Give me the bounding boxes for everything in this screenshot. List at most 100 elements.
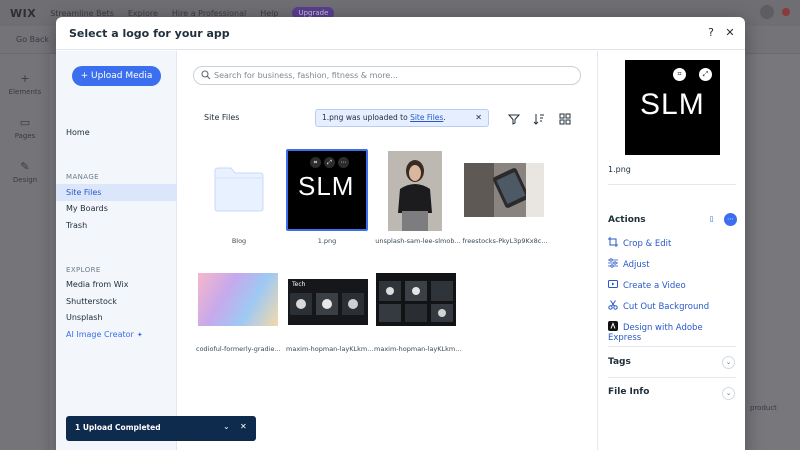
action-label: Adjust [623, 260, 650, 270]
file-tile-1png[interactable]: SLM ⌗ ⤢ ⋯ 1.png [286, 149, 370, 246]
plus-icon: + [20, 72, 30, 85]
crop-icon [608, 237, 618, 247]
file-tile-tablet[interactable]: freestocks-PkyL3p9Kx8c... [462, 151, 552, 246]
editor-go-back: Go Back [16, 35, 50, 44]
thumb-screens-1: Tech [288, 279, 368, 325]
editor-topbar-right [760, 5, 790, 19]
upload-status-text: 1 Upload Completed [75, 423, 161, 432]
upload-toast: 1.png was uploaded to Site Files. ✕ [315, 109, 489, 127]
nav-item-trash[interactable]: Trash [56, 217, 177, 234]
search-input[interactable]: Search for business, fashion, fitness & … [193, 66, 581, 85]
preview-crop-icon[interactable]: ⌗ [673, 68, 686, 81]
bookmark-icon[interactable]: ▯ [705, 213, 718, 226]
modal-title: Select a logo for your app [69, 27, 230, 40]
media-manager-modal: Select a logo for your app ? ✕ + Upload … [56, 17, 745, 450]
nav-item-shutterstock[interactable]: Shutterstock [56, 293, 177, 310]
editor-sidebar: + Elements ▭ Pages ✎ Design [0, 54, 50, 450]
folder-icon [214, 167, 264, 212]
divider [608, 377, 736, 378]
sliders-icon [608, 258, 618, 268]
toast-prefix: 1.png was uploaded to [322, 113, 411, 122]
editor-side-pages-label: Pages [14, 132, 36, 140]
action-label: Design with Adobe Express [608, 323, 703, 343]
editor-side-elements: + Elements [0, 72, 50, 96]
sparkle-icon: ✦ [136, 331, 143, 339]
grid-view-icon[interactable] [559, 113, 571, 125]
selected-filename: 1.png [608, 165, 631, 174]
nav-item-home[interactable]: Home [56, 124, 177, 141]
file-label: maxim-hopman-layKLkm... [286, 345, 374, 353]
toast-suffix: . [443, 113, 446, 122]
selection-border [286, 149, 368, 231]
file-info-chevron-down-icon[interactable]: ⌄ [722, 387, 735, 400]
divider [608, 184, 736, 185]
wix-logo: WIX [10, 6, 37, 20]
nav-section-explore: EXPLORE [66, 266, 101, 274]
file-tile-person[interactable]: unsplash-sam-lee-slmob... [374, 151, 462, 246]
file-label: Blog [231, 237, 247, 245]
filter-icon[interactable] [508, 113, 520, 125]
modal-header: Select a logo for your app ? ✕ [56, 17, 745, 50]
editor-frag-product: product [750, 404, 777, 412]
search-placeholder: Search for business, fashion, fitness & … [214, 71, 398, 80]
scissors-icon [608, 300, 618, 310]
actions-heading: Actions [608, 215, 646, 225]
close-icon[interactable]: ✕ [722, 25, 738, 41]
breadcrumb: Site Files [204, 113, 240, 122]
brush-icon: ✎ [20, 160, 30, 173]
file-label: 1.png [317, 237, 337, 245]
file-label: codioful-formerly-gradie... [196, 345, 281, 353]
file-tile-gradient[interactable]: codioful-formerly-gradie... [196, 273, 281, 363]
upload-status-bar: 1 Upload Completed ⌄ ✕ [66, 416, 256, 441]
media-left-nav: + Upload Media Home MANAGE Site Files My… [56, 51, 177, 450]
file-label: unsplash-sam-lee-slmob... [375, 237, 461, 245]
nav-item-ai-image-creator[interactable]: AI Image Creator ✦ [56, 326, 177, 343]
tablet-photo [464, 163, 544, 217]
file-info-heading: File Info [608, 387, 650, 397]
toast-site-files-link[interactable]: Site Files [410, 113, 443, 122]
preview-logo-text: SLM [640, 88, 705, 121]
more-actions-icon[interactable]: ⋯ [724, 213, 737, 226]
nav-item-my-boards[interactable]: My Boards [56, 200, 177, 217]
action-adobe-express[interactable]: Design with Adobe Express [608, 321, 736, 343]
action-create-video[interactable]: Create a Video [608, 279, 736, 293]
thumb-person [388, 151, 442, 231]
toast-close-icon[interactable]: ✕ [475, 110, 482, 126]
editor-avatar-icon [760, 5, 774, 19]
preview-expand-icon[interactable]: ⤢ [699, 68, 712, 81]
action-label: Cut Out Background [623, 302, 710, 312]
nav-item-media-from-wix[interactable]: Media from Wix [56, 276, 177, 293]
upload-media-button[interactable]: + Upload Media [72, 66, 161, 86]
nav-item-unsplash[interactable]: Unsplash [56, 309, 177, 326]
action-cut-out-background[interactable]: Cut Out Background [608, 300, 736, 314]
nav-item-site-files[interactable]: Site Files [56, 184, 177, 201]
search-icon [201, 70, 211, 80]
tags-heading: Tags [608, 357, 631, 367]
help-icon[interactable]: ? [703, 25, 719, 41]
page-icon: ▭ [19, 116, 31, 129]
file-tile-screens-1[interactable]: Tech maxim-hopman-layKLkm... [286, 273, 374, 363]
action-label: Crop & Edit [623, 239, 672, 249]
thumb-tablet [464, 163, 544, 217]
file-tile-folder-blog[interactable]: Blog [200, 151, 278, 246]
preview-image: SLM ⌗ ⤢ [625, 60, 720, 155]
editor-right-panel: product [745, 54, 800, 450]
upload-close-icon[interactable]: ✕ [240, 422, 247, 431]
file-details-panel: SLM ⌗ ⤢ 1.png Actions ▯ ⋯ Crop & Edit Ad… [597, 51, 745, 450]
sort-icon[interactable] [533, 113, 545, 125]
video-icon [608, 280, 618, 288]
file-label: maxim-hopman-layKLkm... [374, 345, 462, 353]
file-tile-screens-2[interactable]: maxim-hopman-layKLkm... [374, 273, 462, 363]
file-label: freestocks-PkyL3p9Kx8c... [462, 237, 548, 245]
action-crop-edit[interactable]: Crop & Edit [608, 237, 736, 251]
action-adjust[interactable]: Adjust [608, 258, 736, 272]
editor-side-elements-label: Elements [8, 88, 42, 96]
adobe-express-icon [608, 321, 618, 331]
thumb-gradient [198, 273, 278, 326]
divider [608, 346, 736, 347]
editor-side-design: ✎ Design [0, 160, 50, 184]
nav-section-manage: MANAGE [66, 173, 99, 181]
collapse-chevron-icon[interactable]: ⌄ [223, 422, 230, 431]
editor-notification-icon [782, 8, 790, 16]
tags-chevron-down-icon[interactable]: ⌄ [722, 356, 735, 369]
